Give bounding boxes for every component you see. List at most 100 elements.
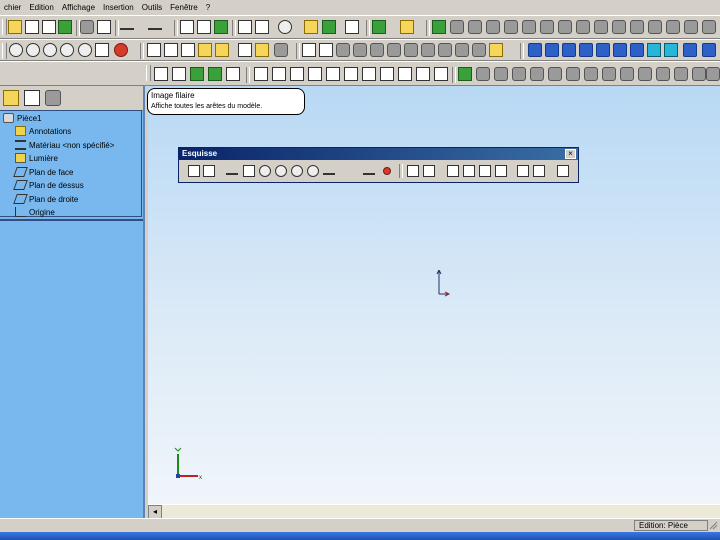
perspective-icon[interactable] bbox=[274, 43, 288, 57]
zoom-area-icon[interactable] bbox=[26, 43, 40, 57]
circular-pattern-icon[interactable] bbox=[362, 67, 376, 81]
view-bottom-icon[interactable] bbox=[613, 43, 627, 57]
extrude-cut-icon[interactable] bbox=[404, 43, 418, 57]
zoom-in-out-icon[interactable] bbox=[43, 43, 57, 57]
deform-icon[interactable] bbox=[666, 20, 680, 34]
sketch-icon[interactable] bbox=[302, 43, 316, 57]
horizontal-scrollbar[interactable]: ◂ bbox=[148, 504, 720, 519]
offset-entities-icon[interactable] bbox=[463, 165, 475, 177]
rib-icon[interactable] bbox=[522, 20, 536, 34]
loft-icon[interactable] bbox=[387, 43, 401, 57]
hidden-lines-removed-icon[interactable] bbox=[181, 43, 195, 57]
linear-pattern-icon[interactable] bbox=[533, 165, 545, 177]
ref-plane-icon[interactable] bbox=[472, 43, 486, 57]
centerpoint-arc-icon[interactable] bbox=[275, 165, 287, 177]
rotate-icon[interactable] bbox=[78, 43, 92, 57]
circle-icon[interactable] bbox=[259, 165, 271, 177]
revolve-cut-icon[interactable] bbox=[421, 43, 435, 57]
rectangle-icon[interactable] bbox=[243, 165, 255, 177]
linear-pattern-icon[interactable] bbox=[344, 67, 358, 81]
toolbar-titlebar[interactable]: Esquisse × bbox=[179, 148, 578, 160]
extrude-boss-icon[interactable] bbox=[336, 43, 350, 57]
select-arrow-icon[interactable] bbox=[180, 20, 194, 34]
mirror-icon[interactable] bbox=[517, 165, 529, 177]
view-right-icon[interactable] bbox=[579, 43, 593, 57]
cut-extrude-icon[interactable] bbox=[476, 67, 490, 81]
normal-to-icon[interactable] bbox=[683, 43, 697, 57]
feature-cut-icon[interactable] bbox=[450, 20, 464, 34]
line-icon[interactable] bbox=[226, 165, 238, 175]
mirror-icon[interactable] bbox=[594, 20, 608, 34]
wireframe-icon[interactable] bbox=[147, 43, 161, 57]
feature-tree-tab-icon[interactable] bbox=[3, 90, 19, 106]
fillet-feature-icon[interactable] bbox=[548, 67, 562, 81]
more-tools-icon[interactable] bbox=[706, 67, 720, 81]
save-icon[interactable] bbox=[25, 20, 39, 34]
3d-sketch-icon[interactable] bbox=[319, 43, 333, 57]
dome-feature-icon[interactable] bbox=[656, 67, 670, 81]
mirror-feature-icon[interactable] bbox=[692, 67, 706, 81]
property-manager-tab-icon[interactable] bbox=[24, 90, 40, 106]
tangent-arc-icon[interactable] bbox=[291, 165, 303, 177]
rib-feature-icon[interactable] bbox=[620, 67, 634, 81]
loft-cut-icon[interactable] bbox=[455, 43, 469, 57]
draft-feature-icon[interactable] bbox=[638, 67, 652, 81]
smart-dimension-icon[interactable] bbox=[278, 20, 292, 34]
point-icon[interactable] bbox=[383, 167, 391, 175]
mass-properties-icon[interactable] bbox=[322, 20, 336, 34]
indent-icon[interactable] bbox=[684, 20, 698, 34]
extend-icon[interactable] bbox=[308, 67, 322, 81]
options-icon[interactable] bbox=[238, 20, 252, 34]
menu-edition[interactable]: Edition bbox=[25, 0, 57, 15]
toolbar-grip[interactable] bbox=[2, 19, 7, 35]
scroll-left-icon[interactable]: ◂ bbox=[148, 505, 162, 519]
convert-entities-icon[interactable] bbox=[226, 67, 240, 81]
view-settings-icon[interactable] bbox=[114, 43, 128, 57]
trim-icon[interactable] bbox=[479, 165, 491, 177]
three-point-arc-icon[interactable] bbox=[307, 165, 319, 177]
spline-icon[interactable] bbox=[190, 67, 204, 81]
help-icon[interactable] bbox=[345, 20, 359, 34]
fillet-sketch-icon[interactable] bbox=[323, 165, 335, 175]
menu-fenetre[interactable]: Fenêtre bbox=[166, 0, 202, 15]
revolve-icon[interactable] bbox=[494, 67, 508, 81]
shell-icon[interactable] bbox=[504, 20, 518, 34]
globe-icon[interactable] bbox=[58, 20, 72, 34]
view-dimetric-icon[interactable] bbox=[664, 43, 678, 57]
view-orientation-icon[interactable] bbox=[400, 20, 414, 34]
display-mode-icon[interactable] bbox=[372, 20, 386, 34]
sketch-icon[interactable] bbox=[188, 165, 200, 177]
freeform-icon[interactable] bbox=[702, 20, 716, 34]
boss-extrude-icon[interactable] bbox=[458, 67, 472, 81]
split-entities-icon[interactable] bbox=[326, 67, 340, 81]
configuration-manager-tab-icon[interactable] bbox=[45, 90, 61, 106]
move-icon[interactable] bbox=[380, 67, 394, 81]
shaded-edges-icon[interactable] bbox=[198, 43, 212, 57]
print-preview-icon[interactable] bbox=[97, 20, 111, 34]
single-view-icon[interactable] bbox=[702, 43, 716, 57]
loft-feature-icon[interactable] bbox=[512, 67, 526, 81]
zoom-fit-icon[interactable] bbox=[9, 43, 23, 57]
sweep-icon[interactable] bbox=[370, 43, 384, 57]
draft-icon[interactable] bbox=[540, 20, 554, 34]
sweep-feature-icon[interactable] bbox=[530, 67, 544, 81]
extend-icon[interactable] bbox=[495, 165, 507, 177]
measure-icon[interactable] bbox=[304, 20, 318, 34]
offset-entities-icon[interactable] bbox=[272, 67, 286, 81]
feature-boss-icon[interactable] bbox=[432, 20, 446, 34]
menu-insertion[interactable]: Insertion bbox=[99, 0, 138, 15]
shell-feature-icon[interactable] bbox=[584, 67, 598, 81]
menu-fichier[interactable]: chier bbox=[0, 0, 25, 15]
centerline-icon[interactable] bbox=[172, 67, 186, 81]
relations-icon[interactable] bbox=[423, 165, 435, 177]
view-top-icon[interactable] bbox=[596, 43, 610, 57]
size-grip-icon[interactable] bbox=[709, 521, 718, 530]
flex-icon[interactable] bbox=[630, 20, 644, 34]
menu-outils[interactable]: Outils bbox=[138, 0, 166, 15]
sweep-cut-icon[interactable] bbox=[438, 43, 452, 57]
toolbar-grip[interactable] bbox=[2, 43, 7, 59]
section-view-icon[interactable] bbox=[238, 43, 252, 57]
menu-affichage[interactable]: Affichage bbox=[58, 0, 99, 15]
shaded-icon[interactable] bbox=[215, 43, 229, 57]
pan-icon[interactable] bbox=[95, 43, 109, 57]
